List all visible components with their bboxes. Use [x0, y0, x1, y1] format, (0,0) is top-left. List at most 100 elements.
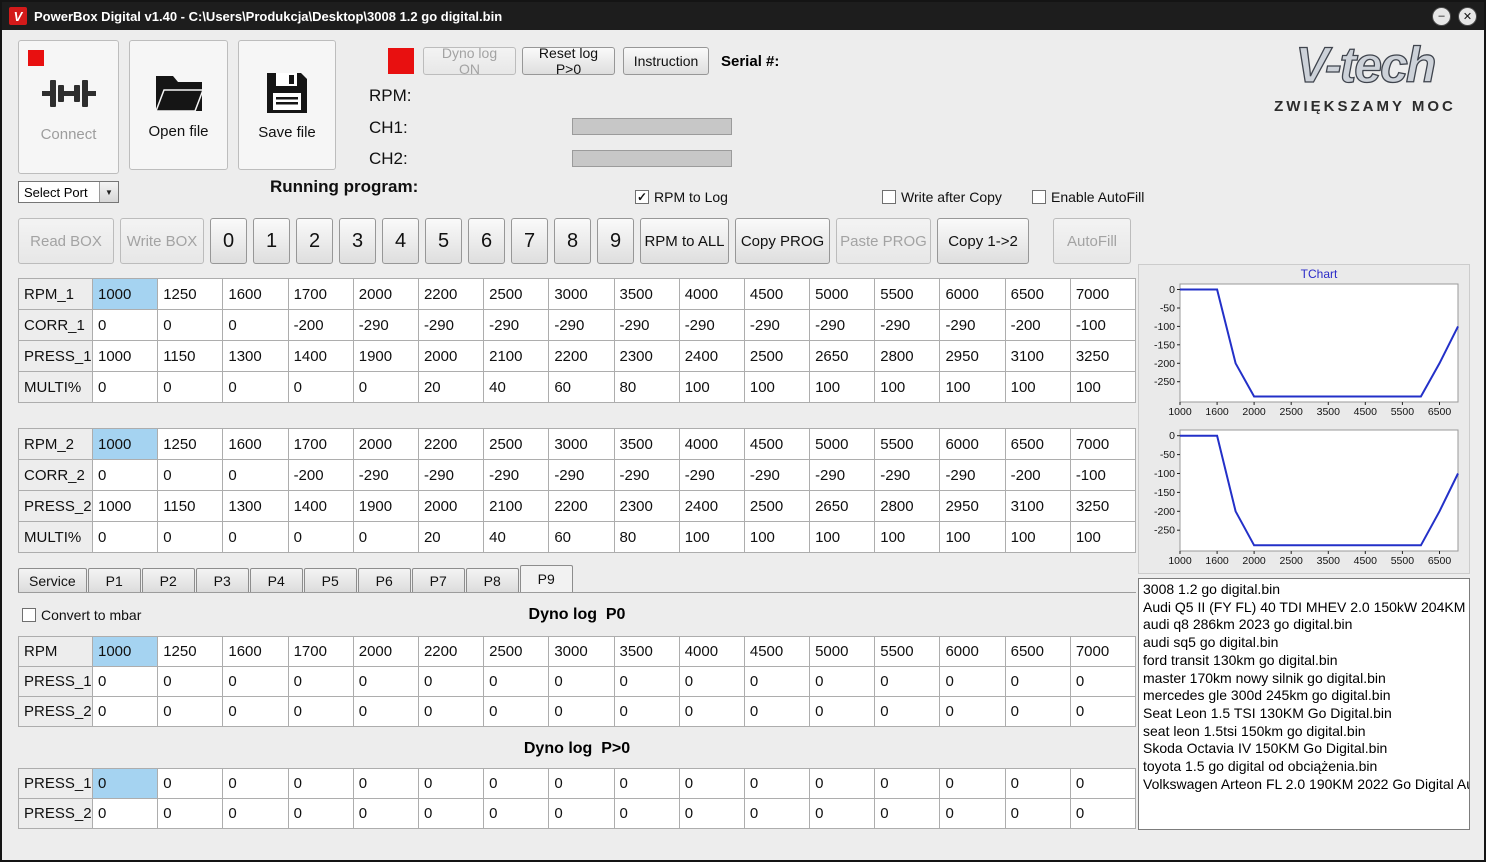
cell[interactable]: 4500 [743, 428, 811, 460]
cell[interactable]: 5000 [809, 278, 876, 310]
cell[interactable]: 2000 [352, 636, 419, 667]
cell[interactable]: 6000 [939, 278, 1006, 310]
tab-p3[interactable]: P3 [195, 568, 249, 592]
cell[interactable]: 2200 [417, 636, 485, 667]
file-list-item[interactable]: master 170km nowy silnik go digital.bin [1143, 670, 1465, 688]
cell[interactable]: 3500 [613, 278, 680, 310]
digit-button-6[interactable]: 6 [468, 218, 505, 264]
cell[interactable]: -290 [743, 459, 811, 491]
cell[interactable]: -290 [613, 309, 680, 341]
cell[interactable]: 0 [352, 768, 419, 799]
cell[interactable]: 1250 [157, 278, 224, 310]
file-list-item[interactable]: mercedes gle 300d 245km go digital.bin [1143, 687, 1465, 705]
cell[interactable]: 0 [157, 371, 224, 403]
cell[interactable]: 1000 [91, 490, 159, 522]
cell[interactable]: 0 [613, 798, 680, 829]
cell[interactable]: 1250 [157, 428, 224, 460]
cell[interactable]: -290 [809, 459, 876, 491]
cell[interactable]: 4500 [743, 278, 811, 310]
cell[interactable]: 2200 [417, 428, 485, 460]
cell[interactable]: 0 [1004, 768, 1071, 799]
cell[interactable]: -290 [613, 459, 680, 491]
file-list[interactable]: 3008 1.2 go digital.bin Audi Q5 II (FY FL… [1138, 578, 1470, 830]
cell[interactable]: -200 [1004, 459, 1071, 491]
cell[interactable]: 1600 [222, 278, 289, 310]
cell[interactable]: 0 [352, 696, 419, 727]
file-list-item[interactable]: toyota 1.5 go digital od obciążenia.bin [1143, 758, 1465, 776]
cell[interactable]: 0 [287, 768, 354, 799]
cell[interactable]: 100 [809, 521, 876, 553]
autofill-button[interactable]: AutoFill [1053, 218, 1131, 264]
cell[interactable]: 0 [939, 696, 1006, 727]
cell[interactable]: 3250 [1069, 340, 1137, 372]
cell[interactable]: 0 [91, 371, 159, 403]
cell[interactable]: 2500 [483, 278, 550, 310]
open-file-button[interactable]: Open file [129, 40, 228, 170]
cell[interactable]: 1250 [157, 636, 224, 667]
cell[interactable]: 0 [483, 768, 550, 799]
cell[interactable]: 100 [1069, 371, 1137, 403]
cell[interactable]: 0 [222, 768, 289, 799]
cell[interactable]: 100 [678, 521, 745, 553]
cell[interactable]: 5000 [809, 636, 876, 667]
cell[interactable]: 0 [287, 666, 354, 697]
cell[interactable]: 2200 [548, 340, 615, 372]
cell[interactable]: 2000 [417, 340, 485, 372]
connect-button[interactable]: Connect [18, 40, 119, 174]
cell[interactable]: 0 [417, 768, 485, 799]
digit-button-4[interactable]: 4 [382, 218, 419, 264]
cell[interactable]: 0 [1069, 696, 1137, 727]
cell[interactable]: 6500 [1004, 636, 1071, 667]
cell[interactable]: 2800 [874, 490, 941, 522]
digit-button-1[interactable]: 1 [253, 218, 290, 264]
cell[interactable]: 1600 [222, 636, 289, 667]
cell[interactable]: -290 [548, 459, 615, 491]
cell[interactable]: 0 [91, 696, 159, 727]
cell[interactable]: 3250 [1069, 490, 1137, 522]
cell[interactable]: 2400 [678, 340, 745, 372]
file-list-item[interactable]: audi sq5 go digital.bin [1143, 634, 1465, 652]
cell[interactable]: 0 [222, 371, 289, 403]
digit-button-0[interactable]: 0 [210, 218, 247, 264]
cell[interactable]: 2500 [483, 428, 550, 460]
cell[interactable]: 3500 [613, 636, 680, 667]
cell[interactable]: 0 [91, 521, 159, 553]
cell[interactable]: 0 [678, 666, 745, 697]
rpm-to-log-checkbox[interactable]: RPM to Log [635, 189, 728, 205]
minimize-button[interactable]: – [1432, 6, 1451, 26]
cell[interactable]: 4500 [743, 636, 811, 667]
cell[interactable]: 1400 [287, 340, 354, 372]
select-port-dropdown[interactable]: Select Port ▼ [18, 181, 119, 203]
cell[interactable]: 100 [1004, 521, 1071, 553]
file-list-item[interactable]: Volkswagen Arteon FL 2.0 190KM 2022 Go D… [1143, 776, 1469, 794]
cell[interactable]: 0 [743, 696, 811, 727]
cell[interactable]: 2000 [417, 490, 485, 522]
cell[interactable]: 0 [874, 666, 941, 697]
cell[interactable]: 6000 [939, 428, 1006, 460]
cell[interactable]: -100 [1069, 309, 1137, 341]
cell[interactable]: 0 [222, 309, 289, 341]
cell[interactable]: 80 [613, 371, 680, 403]
cell[interactable]: 2950 [939, 490, 1006, 522]
cell[interactable]: 0 [939, 666, 1006, 697]
cell[interactable]: 2300 [613, 490, 680, 522]
cell[interactable]: 0 [91, 768, 159, 799]
cell[interactable]: 3100 [1004, 490, 1071, 522]
cell[interactable]: -290 [417, 459, 485, 491]
cell[interactable]: 0 [678, 696, 745, 727]
cell[interactable]: 0 [91, 798, 159, 829]
cell[interactable]: 5500 [874, 278, 941, 310]
cell[interactable]: 0 [91, 459, 159, 491]
cell[interactable]: -290 [352, 459, 419, 491]
cell[interactable]: 0 [743, 666, 811, 697]
reset-log-button[interactable]: Reset log P>0 [522, 45, 615, 77]
cell[interactable]: 0 [222, 798, 289, 829]
cell[interactable]: 0 [1069, 798, 1137, 829]
cell[interactable]: 3100 [1004, 340, 1071, 372]
cell[interactable]: 100 [874, 371, 941, 403]
cell[interactable]: -200 [287, 309, 354, 341]
cell[interactable]: -290 [352, 309, 419, 341]
cell[interactable]: 0 [743, 768, 811, 799]
cell[interactable]: 2800 [874, 340, 941, 372]
cell[interactable]: 1150 [157, 340, 224, 372]
